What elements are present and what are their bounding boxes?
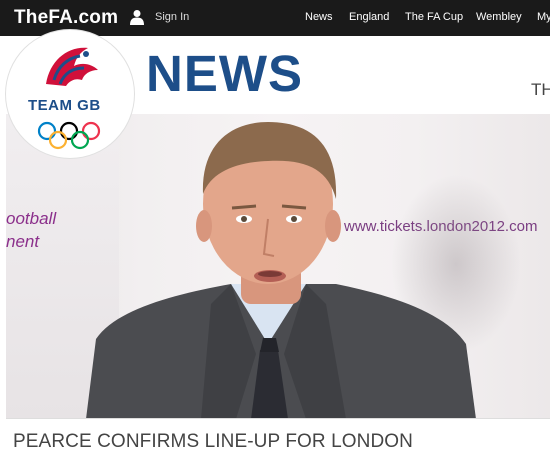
sign-in-link[interactable]: Sign In [155,11,189,23]
section-title: NEWS [146,45,303,102]
site-logo[interactable]: TheFA.com [14,7,118,29]
nav-item-england[interactable]: England [349,11,389,23]
nav-item-my[interactable]: My [537,11,550,23]
team-gb-label: TEAM GB [28,97,101,114]
nav-item-wembley[interactable]: Wembley [476,11,522,23]
olympic-rings-icon [37,121,101,150]
user-icon[interactable] [129,9,145,25]
nav-item-fa-cup[interactable]: The FA Cup [405,11,463,23]
photo-bottom-divider [6,418,550,419]
person-figure [86,122,476,419]
lion-icon [46,47,98,86]
truncated-heading: TH [531,80,550,99]
nav-item-news[interactable]: News [305,11,333,23]
article-headline[interactable]: PEARCE CONFIRMS LINE-UP FOR LONDON [13,431,413,453]
article-photo[interactable]: ootball nent www.tickets.london2012.com [6,114,550,419]
